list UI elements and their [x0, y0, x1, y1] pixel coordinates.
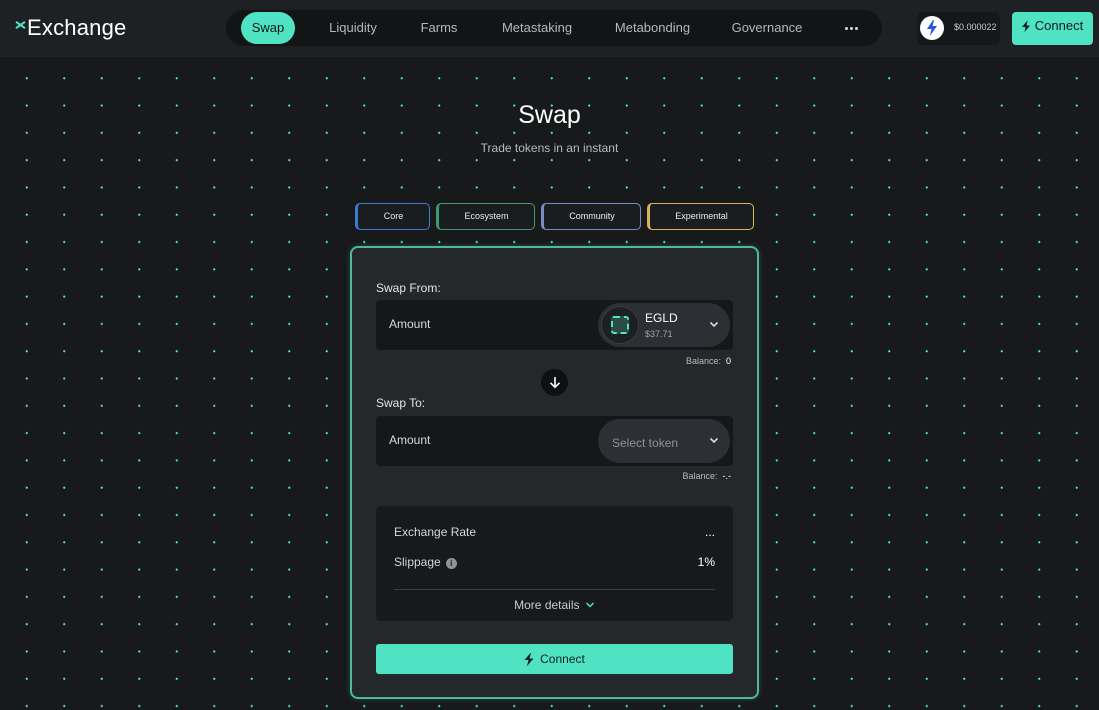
- from-token-price: $37.71: [645, 329, 673, 339]
- bolt-icon: [1021, 21, 1030, 32]
- chevron-down-icon: [585, 602, 594, 608]
- exchange-rate-label: Exchange Rate: [394, 525, 477, 539]
- egld-token-icon: [601, 306, 639, 344]
- exchange-logo[interactable]: Exchange: [15, 15, 126, 41]
- nav-liquidity[interactable]: Liquidity: [321, 12, 385, 44]
- swap-to-amount-input[interactable]: Amount: [389, 433, 430, 447]
- nav-farms[interactable]: Farms: [414, 12, 464, 44]
- nav-metabonding[interactable]: Metabonding: [609, 12, 696, 44]
- pool-tab-community[interactable]: Community: [541, 203, 641, 230]
- details-divider: [394, 589, 715, 590]
- logo-x-icon: [15, 15, 27, 41]
- nav-metastaking[interactable]: Metastaking: [496, 12, 578, 44]
- to-token-selector[interactable]: Select token: [598, 419, 730, 463]
- logo-text: Exchange: [27, 15, 127, 40]
- main-nav: Swap Liquidity Farms Metastaking Metabon…: [226, 10, 882, 46]
- swap-from-amount-input[interactable]: Amount: [389, 317, 430, 331]
- swap-direction-button[interactable]: [541, 369, 568, 396]
- to-balance-value: -.-: [722, 471, 732, 481]
- connect-button-label: Connect: [540, 652, 585, 666]
- connect-wallet-button[interactable]: Connect: [1012, 12, 1093, 45]
- chevron-down-icon: [709, 437, 719, 444]
- swap-from-field[interactable]: Amount EGLD $37.71: [376, 300, 733, 350]
- exchange-rate-value: ...: [704, 525, 715, 539]
- pool-tab-ecosystem[interactable]: Ecosystem: [436, 203, 535, 230]
- bolt-icon: [524, 652, 534, 666]
- more-details-toggle[interactable]: More details: [376, 598, 733, 612]
- token-price: $0.000022: [954, 22, 997, 32]
- pool-tab-core[interactable]: Core: [355, 203, 430, 230]
- arrow-down-icon: [549, 377, 560, 389]
- to-balance-label: Balance:: [682, 471, 718, 481]
- slippage-label: Slippage: [394, 555, 441, 569]
- more-details-label: More details: [514, 598, 580, 612]
- from-balance: Balance: 0: [686, 356, 731, 366]
- from-token-selector[interactable]: EGLD $37.71: [598, 303, 730, 347]
- ellipsis-icon[interactable]: [838, 12, 864, 44]
- from-token-name: EGLD: [645, 311, 678, 325]
- swap-to-label: Swap To:: [376, 396, 426, 410]
- chevron-down-icon: [709, 321, 719, 328]
- from-balance-label: Balance:: [685, 356, 721, 366]
- page-title: Swap: [518, 101, 581, 129]
- select-token-placeholder: Select token: [612, 436, 679, 450]
- swap-card: Swap From: Amount EGLD $37.71 Balance: 0 …: [350, 246, 759, 699]
- top-header: Exchange Swap Liquidity Farms Metastakin…: [0, 0, 1099, 57]
- token-price-pill[interactable]: $0.000022: [917, 12, 1000, 45]
- nav-governance[interactable]: Governance: [727, 12, 807, 44]
- lightning-icon: [920, 16, 944, 40]
- connect-wallet-label: Connect: [1034, 18, 1084, 33]
- swap-details-panel: Exchange Rate ... Slippage i 1% More deta…: [376, 506, 733, 621]
- info-icon[interactable]: i: [445, 558, 457, 569]
- from-balance-value: 0: [725, 356, 731, 366]
- slippage-value: 1%: [697, 555, 715, 569]
- nav-swap[interactable]: Swap: [241, 12, 295, 44]
- slippage-row: Slippage i: [394, 555, 457, 569]
- swap-to-field[interactable]: Amount Select token: [376, 416, 733, 466]
- connect-button[interactable]: Connect: [376, 644, 733, 674]
- page-subtitle: Trade tokens in an instant: [480, 141, 619, 155]
- to-balance: Balance: -.-: [682, 471, 731, 481]
- pool-tab-experimental[interactable]: Experimental: [647, 203, 754, 230]
- swap-from-label: Swap From:: [376, 281, 441, 295]
